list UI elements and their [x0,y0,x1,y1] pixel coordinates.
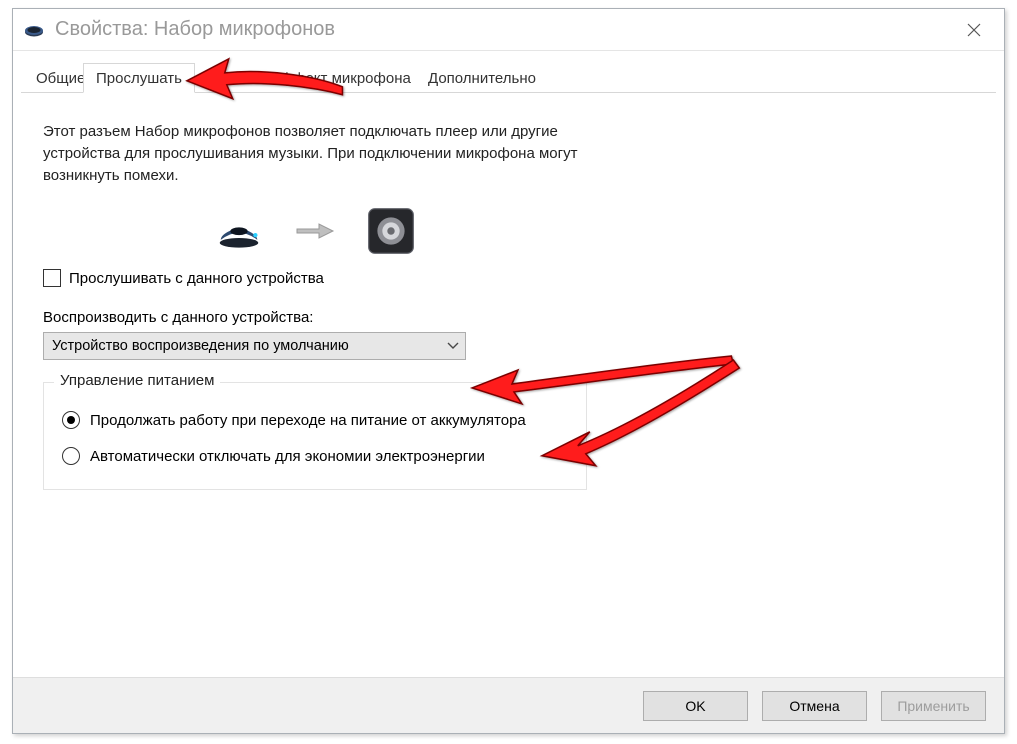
close-icon [967,23,981,37]
tab-advanced[interactable]: Дополнительно [415,63,549,93]
playback-device-selected: Устройство воспроизведения по умолчанию [52,338,349,354]
listen-checkbox-label: Прослушивать с данного устройства [69,270,324,287]
window-title: Свойства: Набор микрофонов [55,18,335,41]
cancel-button[interactable]: Отмена [762,691,867,721]
arrow-right-icon [295,219,335,243]
radio-button[interactable] [62,447,80,465]
radio-auto-off[interactable]: Автоматически отключать для экономии эле… [62,447,568,465]
power-management-title: Управление питанием [54,372,220,389]
ok-button[interactable]: OK [643,691,748,721]
device-flow-row [43,211,974,251]
power-management-group: Управление питанием Продолжать работу пр… [43,382,587,490]
properties-window: Свойства: Набор микрофонов Общие Прослуш… [12,8,1005,734]
listen-checkbox[interactable] [43,269,61,287]
close-button[interactable] [954,10,994,50]
microphone-device-icon [213,211,265,251]
radio-label: Продолжать работу при переходе на питани… [90,412,526,429]
apply-button: Применить [881,691,986,721]
description-text: Этот разъем Набор микрофонов позволяет п… [43,121,603,187]
tab-content: Этот разъем Набор микрофонов позволяет п… [21,93,996,677]
audio-device-icon [23,19,45,41]
playback-device-combo[interactable]: Устройство воспроизведения по умолчанию [43,332,466,360]
playback-label: Воспроизводить с данного устройства: [43,309,974,326]
chevron-down-icon [447,339,459,353]
speaker-device-icon [365,211,417,251]
tab-listen[interactable]: Прослушать [83,63,195,93]
titlebar: Свойства: Набор микрофонов [13,9,1004,51]
radio-button[interactable] [62,411,80,429]
radio-keep-on-battery[interactable]: Продолжать работу при переходе на питани… [62,411,568,429]
dialog-buttons: OK Отмена Применить [13,677,1004,733]
tabs-bar: Общие Прослушать Уровни Эффект микрофона… [21,63,996,93]
radio-label: Автоматически отключать для экономии эле… [90,448,485,465]
tab-mic-effect[interactable]: Эффект микрофона [257,63,424,93]
listen-checkbox-row[interactable]: Прослушивать с данного устройства [43,269,974,287]
